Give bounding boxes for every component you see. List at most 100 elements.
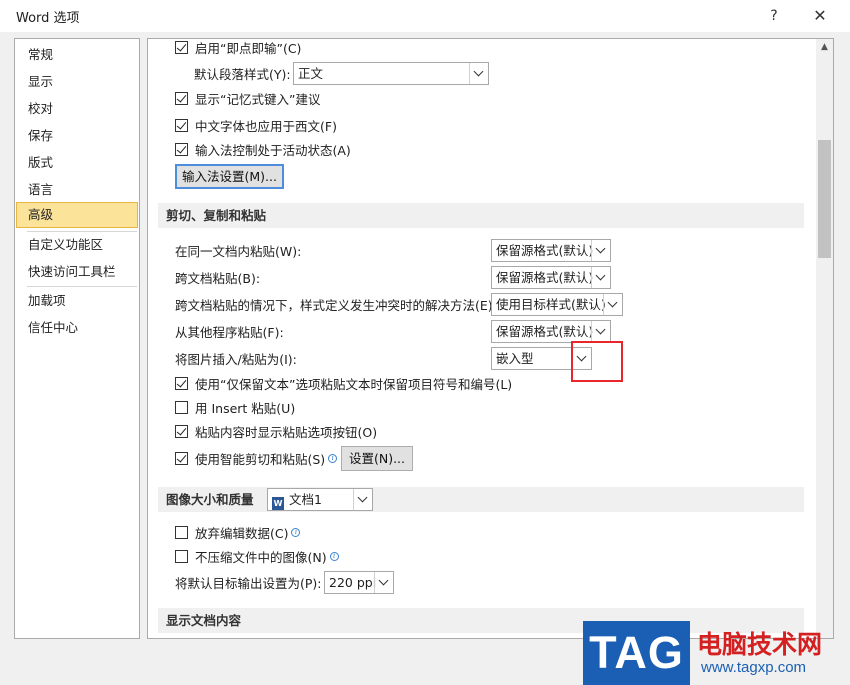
highlight-annotation-box: [571, 341, 623, 382]
watermark-url: www.tagxp.com: [701, 659, 807, 676]
smart-paste-settings-button[interactable]: 设置(N)...: [341, 446, 413, 471]
no-compress-option[interactable]: 不压缩文件中的图像(N) i: [175, 545, 339, 567]
discard-editing-data-checkbox[interactable]: [175, 525, 188, 539]
vertical-scrollbar[interactable]: ▲: [816, 39, 833, 638]
autocomplete-label: 显示“记忆式键入”建议: [195, 91, 321, 107]
smart-cut-paste-checkbox[interactable]: [175, 451, 188, 465]
paste-same-doc-dropdown[interactable]: 保留源格式(默认): [491, 239, 611, 262]
chevron-down-icon[interactable]: [374, 572, 393, 593]
keep-text-only-option[interactable]: 使用“仅保留文本”选项粘贴文本时保留项目符号和编号(L): [175, 372, 512, 394]
info-icon: i: [329, 551, 339, 561]
nav-item-general[interactable]: 常规: [16, 42, 138, 68]
no-compress-label: 不压缩文件中的图像(N): [195, 549, 327, 565]
help-button[interactable]: ?: [762, 4, 786, 28]
click-and-type-checkbox[interactable]: [175, 40, 188, 54]
default-style-value: 正文: [298, 66, 324, 81]
paste-other-programs-dropdown[interactable]: 保留源格式(默认): [491, 320, 611, 343]
default-style-label: 默认段落样式(Y):: [194, 66, 291, 82]
chevron-down-icon[interactable]: [353, 489, 372, 510]
scroll-thumb[interactable]: [818, 140, 831, 258]
paste-same-doc-row: 在同一文档内粘贴(W):: [175, 239, 301, 261]
ime-active-checkbox[interactable]: [175, 142, 188, 156]
chevron-down-icon[interactable]: [591, 321, 610, 342]
paste-other-programs-label: 从其他程序粘贴(F):: [175, 324, 284, 340]
title-bar: Word 选项 ? ✕: [0, 0, 850, 32]
click-and-type-label: 启用“即点即输”(C): [195, 40, 302, 56]
paste-other-programs-row: 从其他程序粘贴(F):: [175, 320, 284, 342]
style-conflict-label: 跨文档粘贴的情况下，样式定义发生冲突时的解决方法(E):: [175, 297, 497, 313]
nav-item-advanced[interactable]: 高级: [16, 202, 138, 228]
paste-between-docs-label: 跨文档粘贴(B):: [175, 270, 261, 286]
discard-editing-data-label: 放弃编辑数据(C): [195, 525, 289, 541]
chinese-font-label: 中文字体也应用于西文(F): [195, 118, 337, 134]
default-output-row: 将默认目标输出设置为(P):: [175, 571, 322, 593]
ime-settings-button[interactable]: 输入法设置(M)...: [175, 164, 284, 189]
chevron-down-icon[interactable]: [591, 267, 610, 288]
close-button[interactable]: ✕: [806, 4, 834, 28]
word-document-icon: W: [272, 497, 284, 510]
default-style-dropdown[interactable]: 正文: [293, 62, 489, 85]
keep-text-only-checkbox[interactable]: [175, 376, 188, 390]
image-size-quality-title: 图像大小和质量: [166, 492, 254, 507]
insert-key-paste-label: 用 Insert 粘贴(U): [195, 400, 296, 416]
chevron-down-icon[interactable]: [469, 63, 488, 84]
chevron-down-icon[interactable]: [591, 240, 610, 261]
nav-item-trust-center[interactable]: 信任中心: [16, 315, 138, 341]
discard-editing-data-option[interactable]: 放弃编辑数据(C) i: [175, 521, 301, 543]
paste-other-programs-value: 保留源格式(默认): [496, 324, 594, 339]
paste-between-docs-dropdown[interactable]: 保留源格式(默认): [491, 266, 611, 289]
chinese-font-option[interactable]: 中文字体也应用于西文(F): [175, 114, 337, 136]
no-compress-checkbox[interactable]: [175, 549, 188, 563]
insert-key-paste-checkbox[interactable]: [175, 400, 188, 414]
style-conflict-dropdown[interactable]: 使用目标样式(默认): [491, 293, 623, 316]
nav-item-language[interactable]: 语言: [16, 177, 138, 203]
show-paste-options-checkbox[interactable]: [175, 424, 188, 438]
default-style-row: 默认段落样式(Y):: [194, 62, 291, 84]
insert-picture-row: 将图片插入/粘贴为(I):: [175, 347, 297, 369]
show-paste-options-label: 粘贴内容时显示粘贴选项按钮(O): [195, 424, 378, 440]
watermark-tag-logo: TAG: [583, 621, 690, 685]
nav-item-proofing[interactable]: 校对: [16, 96, 138, 122]
nav-item-save[interactable]: 保存: [16, 123, 138, 149]
insert-picture-value: 嵌入型: [496, 351, 534, 366]
insert-key-paste-option[interactable]: 用 Insert 粘贴(U): [175, 396, 295, 418]
insert-picture-label: 将图片插入/粘贴为(I):: [175, 351, 297, 367]
default-output-dropdown[interactable]: 220 ppi: [324, 571, 394, 594]
image-document-value: 文档1: [289, 492, 322, 507]
nav-item-layout[interactable]: 版式: [16, 150, 138, 176]
nav-item-customize-ribbon[interactable]: 自定义功能区: [16, 232, 138, 258]
style-conflict-row: 跨文档粘贴的情况下，样式定义发生冲突时的解决方法(E):: [175, 293, 497, 315]
click-and-type-option[interactable]: 启用“即点即输”(C): [175, 39, 302, 58]
default-output-label: 将默认目标输出设置为(P):: [175, 575, 322, 591]
smart-cut-paste-option[interactable]: 使用智能剪切和粘贴(S) i: [175, 447, 338, 469]
default-output-value: 220 ppi: [329, 575, 377, 590]
cut-copy-paste-header: 剪切、复制和粘贴: [158, 203, 804, 228]
chinese-font-checkbox[interactable]: [175, 118, 188, 132]
nav-item-add-ins[interactable]: 加载项: [16, 288, 138, 314]
nav-item-display[interactable]: 显示: [16, 69, 138, 95]
style-conflict-value: 使用目标样式(默认): [496, 297, 606, 312]
scroll-up-icon[interactable]: ▲: [816, 39, 833, 56]
nav-item-quick-access-toolbar[interactable]: 快速访问工具栏: [16, 259, 138, 285]
chevron-down-icon[interactable]: [603, 294, 622, 315]
image-document-dropdown[interactable]: W 文档1: [267, 488, 373, 511]
smart-cut-paste-label: 使用智能剪切和粘贴(S): [195, 451, 326, 467]
ime-active-label: 输入法控制处于活动状态(A): [195, 142, 351, 158]
paste-between-docs-value: 保留源格式(默认): [496, 270, 594, 285]
advanced-options-panel: 启用“即点即输”(C) 默认段落样式(Y): 正文 显示“记忆式键入”建议 中文…: [147, 38, 834, 639]
site-watermark: TAG 电脑技术网 www.tagxp.com: [583, 621, 850, 685]
watermark-site-name: 电脑技术网: [697, 630, 823, 659]
options-category-list: 常规 显示 校对 保存 版式 语言 高级 自定义功能区 快速访问工具栏 加载项 …: [14, 38, 140, 639]
autocomplete-option[interactable]: 显示“记忆式键入”建议: [175, 87, 320, 109]
paste-between-docs-row: 跨文档粘贴(B):: [175, 266, 260, 288]
ime-active-option[interactable]: 输入法控制处于活动状态(A): [175, 138, 351, 160]
autocomplete-checkbox[interactable]: [175, 91, 188, 105]
show-paste-options-option[interactable]: 粘贴内容时显示粘贴选项按钮(O): [175, 420, 377, 442]
info-icon: i: [328, 453, 338, 463]
keep-text-only-label: 使用“仅保留文本”选项粘贴文本时保留项目符号和编号(L): [195, 376, 513, 392]
image-size-quality-header: 图像大小和质量: [158, 487, 804, 512]
paste-same-doc-label: 在同一文档内粘贴(W):: [175, 243, 302, 259]
nav-divider: [27, 286, 137, 287]
info-icon: i: [291, 527, 301, 537]
paste-same-doc-value: 保留源格式(默认): [496, 243, 594, 258]
